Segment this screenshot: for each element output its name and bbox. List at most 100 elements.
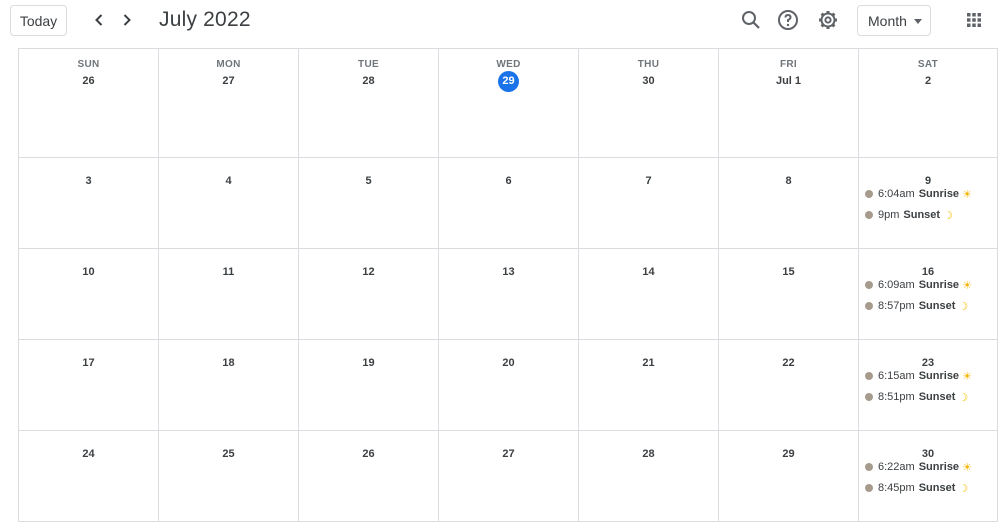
day-cell[interactable]: THU 30 (578, 49, 718, 157)
day-number[interactable]: 2 (859, 71, 997, 92)
event-title: Sunset (918, 391, 956, 403)
day-cell[interactable]: 8 (718, 158, 858, 248)
day-cell[interactable]: 12 (298, 249, 438, 339)
event-sunset[interactable]: 8:45pm Sunset ☽ (865, 480, 968, 496)
day-number[interactable]: 29 (719, 444, 858, 465)
event-title: Sunset (903, 209, 941, 221)
event-sunrise[interactable]: 6:22am Sunrise ☀ (865, 459, 972, 475)
event-sunrise[interactable]: 6:09am Sunrise ☀ (865, 277, 972, 293)
settings-button[interactable] (816, 8, 840, 32)
day-number[interactable]: 6 (439, 171, 578, 192)
day-number[interactable]: 3 (19, 171, 158, 192)
day-of-week-label: FRI (779, 59, 797, 70)
day-number[interactable]: 8 (719, 171, 858, 192)
day-cell[interactable]: 21 (578, 340, 718, 430)
day-cell[interactable]: 13 (438, 249, 578, 339)
event-sunrise[interactable]: 6:04am Sunrise ☀ (865, 186, 972, 202)
day-cell[interactable]: 26 (298, 431, 438, 521)
help-button[interactable] (776, 8, 800, 32)
today-button[interactable]: Today (10, 5, 67, 36)
event-color-dot (865, 484, 873, 492)
day-number[interactable]: 28 (579, 444, 718, 465)
apps-button[interactable] (962, 8, 986, 32)
event-time: 9pm (878, 209, 900, 221)
day-number[interactable]: 27 (439, 444, 578, 465)
day-number[interactable]: Jul 1 (719, 71, 858, 92)
day-number[interactable]: 26 (19, 71, 158, 92)
day-cell[interactable]: 20 (438, 340, 578, 430)
day-number[interactable]: 29 (439, 71, 578, 92)
event-sunrise[interactable]: 6:15am Sunrise ☀ (865, 368, 972, 384)
day-cell[interactable]: TUE 28 (298, 49, 438, 157)
event-color-dot (865, 302, 873, 310)
event-sunset[interactable]: 9pm Sunset ☽ (865, 207, 953, 223)
day-number[interactable]: 24 (19, 444, 158, 465)
day-cell[interactable]: 11 (158, 249, 298, 339)
day-cell[interactable]: WED 29 (438, 49, 578, 157)
day-cell[interactable]: 14 (578, 249, 718, 339)
day-number[interactable]: 5 (299, 171, 438, 192)
day-number[interactable]: 13 (439, 262, 578, 283)
day-cell[interactable]: 27 (438, 431, 578, 521)
day-of-week-label: THU (637, 59, 660, 70)
day-cell[interactable]: FRI Jul 1 (718, 49, 858, 157)
day-cell[interactable]: 22 (718, 340, 858, 430)
chevron-right-icon (123, 14, 131, 26)
day-number[interactable]: 21 (579, 353, 718, 374)
day-of-week-label: WED (496, 59, 521, 70)
day-cell[interactable]: 4 (158, 158, 298, 248)
day-cell[interactable]: 16 6:09am Sunrise ☀ 8:57pm Sunset ☽ (858, 249, 998, 339)
day-of-week-label: TUE (358, 59, 379, 70)
day-number[interactable]: 17 (19, 353, 158, 374)
event-sunset[interactable]: 8:51pm Sunset ☽ (865, 389, 968, 405)
event-color-dot (865, 463, 873, 471)
day-number[interactable]: 27 (159, 71, 298, 92)
previous-month-button[interactable] (87, 8, 111, 32)
day-cell[interactable]: 7 (578, 158, 718, 248)
day-cell[interactable]: 17 (18, 340, 158, 430)
day-cell[interactable]: 10 (18, 249, 158, 339)
view-switcher-dropdown[interactable]: Month (857, 5, 931, 36)
day-number[interactable]: 4 (159, 171, 298, 192)
day-number[interactable]: 28 (299, 71, 438, 92)
day-cell[interactable]: 25 (158, 431, 298, 521)
day-cell[interactable]: SAT 2 (858, 49, 998, 157)
day-cell[interactable]: 19 (298, 340, 438, 430)
day-cell[interactable]: 23 6:15am Sunrise ☀ 8:51pm Sunset ☽ (858, 340, 998, 430)
day-cell[interactable]: MON 27 (158, 49, 298, 157)
day-cell[interactable]: 24 (18, 431, 158, 521)
next-month-button[interactable] (115, 8, 139, 32)
day-cell[interactable]: 5 (298, 158, 438, 248)
day-number[interactable]: 30 (579, 71, 718, 92)
day-number[interactable]: 15 (719, 262, 858, 283)
day-number[interactable]: 26 (299, 444, 438, 465)
day-number[interactable]: 10 (19, 262, 158, 283)
day-number[interactable]: 7 (579, 171, 718, 192)
day-cell[interactable]: 18 (158, 340, 298, 430)
day-number[interactable]: 18 (159, 353, 298, 374)
day-number[interactable]: 25 (159, 444, 298, 465)
sun-icon: ☀ (962, 188, 972, 201)
day-number[interactable]: 12 (299, 262, 438, 283)
day-cell[interactable]: 15 (718, 249, 858, 339)
day-cell[interactable]: 28 (578, 431, 718, 521)
day-number[interactable]: 20 (439, 353, 578, 374)
day-number[interactable]: 19 (299, 353, 438, 374)
day-number[interactable]: 14 (579, 262, 718, 283)
top-bar: Today July 2022 Month (0, 0, 1000, 49)
month-grid: SUN 26 MON 27 TUE 28 WED 29 THU 30 FRI Jul 1 SAT 2 3 4 5… (18, 48, 998, 524)
day-cell[interactable]: 30 6:22am Sunrise ☀ 8:45pm Sunset ☽ (858, 431, 998, 521)
day-cell[interactable]: 3 (18, 158, 158, 248)
event-sunset[interactable]: 8:57pm Sunset ☽ (865, 298, 968, 314)
search-button[interactable] (739, 8, 763, 32)
day-cell[interactable]: 9 6:04am Sunrise ☀ 9pm Sunset ☽ (858, 158, 998, 248)
event-time: 6:15am (878, 370, 915, 382)
day-number[interactable]: 22 (719, 353, 858, 374)
day-cell[interactable]: 6 (438, 158, 578, 248)
day-cell[interactable]: 29 (718, 431, 858, 521)
moon-icon: ☽ (943, 209, 953, 222)
week-row: 17 18 19 20 21 22 23 6:15am Sunrise ☀ 8:51pm Sunset… (18, 340, 998, 431)
day-number[interactable]: 11 (159, 262, 298, 283)
day-cell[interactable]: SUN 26 (18, 49, 158, 157)
event-title: Sunset (918, 300, 956, 312)
